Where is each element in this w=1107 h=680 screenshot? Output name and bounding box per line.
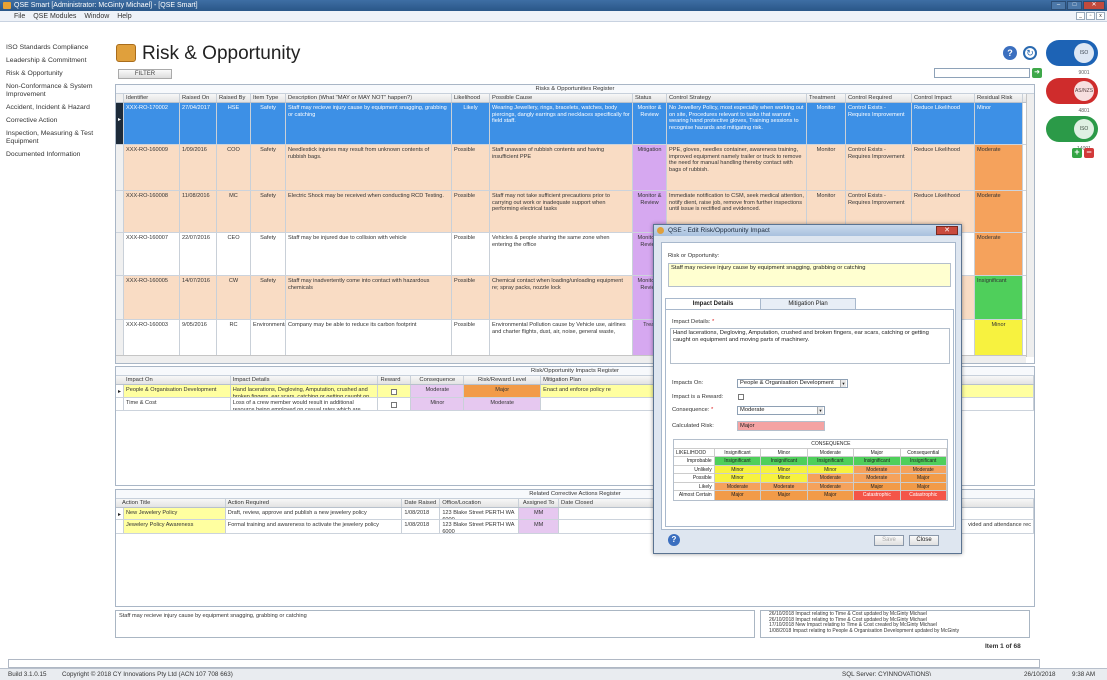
chevron-down-icon: ▼ bbox=[840, 380, 846, 387]
app-window: QSE Smart [Administrator: McGinty Michae… bbox=[0, 0, 1107, 680]
save-button[interactable]: Save bbox=[874, 535, 904, 546]
dialog-title: QSE - Edit Risk/Opportunity Impact bbox=[668, 227, 770, 234]
window-controls: – □ ✕ bbox=[1051, 1, 1105, 10]
server-name: SQL Server: CYINNOVATIONS\ bbox=[842, 671, 932, 678]
risk-register-header: Identifier Raised On Raised By Item Type… bbox=[116, 94, 1034, 103]
reward-label: Impact is a Reward: bbox=[672, 394, 724, 400]
menu-file[interactable]: File bbox=[14, 13, 25, 20]
audit-log[interactable]: 26/10/2018 Impact relating to Time & Cos… bbox=[760, 610, 1030, 638]
close-dialog-button[interactable]: Close bbox=[909, 535, 939, 546]
consequence-label: Consequence: * bbox=[672, 407, 714, 413]
matrix-title: CONSEQUENCE bbox=[811, 441, 851, 447]
status-time: 9:38 AM bbox=[1072, 671, 1096, 678]
help-icon[interactable]: ? bbox=[1003, 46, 1017, 60]
consequence-select[interactable]: Moderate ▼ bbox=[737, 406, 825, 415]
sidebar-item-risk-opportunity[interactable]: Risk & Opportunity bbox=[6, 70, 110, 78]
risk-register-title: Risks & Opportunities Register bbox=[116, 85, 1034, 94]
impacts-on-label: Impacts On: bbox=[672, 380, 704, 386]
dialog-tabs: Impact Details Mitigation Plan bbox=[665, 298, 856, 309]
current-row-marker-icon: ▸ bbox=[116, 103, 124, 144]
iso-9001-badge[interactable]: ISO 9001 bbox=[1046, 40, 1098, 76]
risk-opportunity-icon bbox=[116, 44, 136, 62]
minimize-button[interactable]: – bbox=[1051, 1, 1066, 10]
page-title: Risk & Opportunity bbox=[142, 43, 301, 64]
risk-field[interactable]: Staff may recieve injury cause by equipm… bbox=[668, 263, 951, 287]
sidebar-item-corrective-action[interactable]: Corrective Action bbox=[6, 117, 110, 125]
reward-checkbox[interactable] bbox=[391, 389, 398, 395]
build-version: Build 3.1.0.15 bbox=[8, 671, 47, 678]
risk-matrix: CONSEQUENCE LIKELIHOOD Insignificant Min… bbox=[673, 439, 948, 501]
calculated-risk-label: Calculated Risk: bbox=[672, 423, 714, 429]
remove-icon[interactable]: − bbox=[1084, 148, 1094, 158]
dialog-close-icon[interactable]: ✕ bbox=[936, 226, 958, 235]
impact-details-panel: Impact Details: * Hand lacerations, Degl… bbox=[665, 309, 954, 527]
app-icon bbox=[3, 2, 11, 9]
reward-checkbox[interactable] bbox=[391, 402, 398, 408]
iso-badges: ISO 9001 AS/NZS 4801 ISO 14001 bbox=[1046, 40, 1104, 154]
command-strip[interactable] bbox=[8, 659, 1040, 668]
menu-window[interactable]: Window bbox=[84, 13, 109, 20]
add-remove-controls: + − bbox=[1072, 148, 1094, 158]
impacts-on-select[interactable]: People & Organisation Development ▼ bbox=[737, 379, 848, 388]
status-date: 26/10/2018 bbox=[1024, 671, 1056, 678]
search-input[interactable] bbox=[934, 68, 1030, 78]
risk-label: Risk or Opportunity: bbox=[668, 253, 720, 259]
window-title: QSE Smart [Administrator: McGinty Michae… bbox=[14, 2, 198, 9]
close-button[interactable]: ✕ bbox=[1083, 1, 1105, 10]
dialog-buttons: Save Close bbox=[874, 535, 939, 546]
search-go-icon[interactable]: ➜ bbox=[1032, 68, 1042, 78]
refresh-icon[interactable]: ↻ bbox=[1023, 46, 1037, 60]
description-notes[interactable]: Staff may recieve injury cause by equipm… bbox=[115, 610, 755, 638]
sidebar-item-non-conformance[interactable]: Non-Conformance & System Improvement bbox=[6, 83, 110, 99]
status-bar: Build 3.1.0.15 Copyright © 2018 CY Innov… bbox=[0, 668, 1107, 680]
add-icon[interactable]: + bbox=[1072, 148, 1082, 158]
menu-help[interactable]: Help bbox=[117, 13, 131, 20]
sidebar-item-leadership[interactable]: Leadership & Commitment bbox=[6, 57, 110, 65]
sidebar-item-documented-info[interactable]: Documented Information bbox=[6, 151, 110, 159]
filter-button[interactable]: FILTER bbox=[118, 69, 172, 79]
sidebar-item-accident-incident[interactable]: Accident, Incident & Hazard bbox=[6, 104, 110, 112]
dialog-help-icon[interactable]: ? bbox=[668, 534, 680, 546]
tab-mitigation-plan[interactable]: Mitigation Plan bbox=[760, 298, 856, 309]
impact-details-field[interactable]: Hand lacerations, Degloving, Amputation,… bbox=[670, 328, 950, 364]
maximize-button[interactable]: □ bbox=[1067, 1, 1082, 10]
mdi-minimize-button[interactable]: _ bbox=[1076, 12, 1085, 20]
calculated-risk-value: Major bbox=[737, 421, 825, 431]
sidebar-item-inspection[interactable]: Inspection, Measuring & Test Equipment bbox=[6, 130, 110, 146]
register-vertical-scrollbar[interactable] bbox=[1026, 94, 1034, 357]
iso-4801-badge[interactable]: AS/NZS 4801 bbox=[1046, 78, 1098, 114]
menu-qse-modules[interactable]: QSE Modules bbox=[33, 13, 76, 20]
mdi-close-button[interactable]: x bbox=[1096, 12, 1105, 20]
impact-details-label: Impact Details: * bbox=[672, 319, 715, 325]
reward-checkbox[interactable] bbox=[738, 394, 744, 400]
tab-impact-details[interactable]: Impact Details bbox=[665, 298, 761, 309]
dialog-titlebar: QSE - Edit Risk/Opportunity Impact ✕ bbox=[654, 225, 961, 236]
dialog-body: Risk or Opportunity: Staff may recieve i… bbox=[661, 242, 956, 530]
window-titlebar: QSE Smart [Administrator: McGinty Michae… bbox=[0, 0, 1107, 11]
table-row[interactable]: ▸ XXX-RO-170002 27/04/2017 HSE Safety St… bbox=[116, 103, 1034, 145]
item-count: Item 1 of 68 bbox=[985, 643, 1021, 650]
menu-bar: File QSE Modules Window Help _ ▫ x bbox=[0, 11, 1107, 22]
chevron-down-icon: ▼ bbox=[817, 407, 823, 414]
dialog-app-icon bbox=[657, 227, 664, 234]
page-header: Risk & Opportunity FILTER ? ↻ ➜ bbox=[112, 40, 1042, 90]
edit-impact-dialog: QSE - Edit Risk/Opportunity Impact ✕ Ris… bbox=[653, 224, 962, 554]
mdi-restore-button[interactable]: ▫ bbox=[1086, 12, 1095, 20]
mdi-controls: _ ▫ x bbox=[1076, 12, 1105, 20]
sidebar: ISO Standards Compliance Leadership & Co… bbox=[6, 44, 110, 164]
sidebar-item-iso-standards[interactable]: ISO Standards Compliance bbox=[6, 44, 110, 52]
copyright-text: Copyright © 2018 CY Innovations Pty Ltd … bbox=[62, 671, 233, 678]
table-row[interactable]: XXX-RO-160009 1/09/2016 COO Safety Needl… bbox=[116, 145, 1034, 191]
iso-14001-badge[interactable]: ISO 14001 bbox=[1046, 116, 1098, 152]
